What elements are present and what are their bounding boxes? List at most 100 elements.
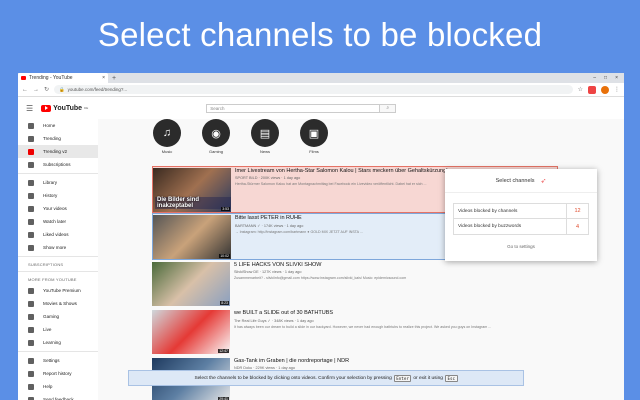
video-thumbnail[interactable]: Die Bilder sind inakzeptabel 3:53 (153, 168, 231, 212)
sidebar-item-send-feedback[interactable]: Send feedback (18, 393, 98, 400)
hamburger-menu-icon[interactable]: ☰ (26, 104, 33, 113)
tab-bar: Trending - YouTube × + – □ × (18, 73, 624, 83)
youtube-region-label: DE (84, 106, 89, 110)
maximize-button[interactable]: □ (604, 75, 607, 81)
video-thumbnail[interactable]: 10:02 (153, 215, 231, 259)
browser-menu-icon[interactable]: ⋮ (614, 86, 620, 93)
category-news[interactable]: ▤ News (250, 119, 280, 154)
window-close-button[interactable]: × (615, 75, 618, 81)
selection-instructions-banner: Select the channels to be blocked by cli… (128, 370, 524, 386)
back-icon[interactable]: ← (22, 87, 28, 93)
sidebar-item-youtube-premium[interactable]: YouTube Premium (18, 284, 98, 297)
sidebar-item-watch-later[interactable]: Watch later (18, 215, 98, 228)
promo-headline: Select channels to be blocked (97, 16, 543, 53)
stats-row-channels: Videos blocked by channels 12 (454, 204, 588, 219)
stats-value: 4 (566, 219, 588, 234)
new-tab-button[interactable]: + (112, 75, 116, 82)
minimize-button[interactable]: – (593, 75, 596, 81)
sidebar-item-trending[interactable]: Trending (18, 132, 98, 145)
window-controls: – □ × (593, 75, 624, 81)
category-music[interactable]: ♫ Music (152, 119, 182, 154)
banner-text-b: or exit it using (413, 375, 443, 381)
help-icon (28, 383, 34, 390)
video-channel-info[interactable]: NDR Doku · 229K views · 1 day ago (234, 366, 558, 370)
category-films[interactable]: ▣ Films (299, 119, 329, 154)
extension-icon[interactable] (588, 85, 596, 94)
sidebar-item-live[interactable]: Live (18, 323, 98, 336)
url-field[interactable]: 🔒 youtube.com/feed/trending?... (54, 85, 573, 94)
sidebar-item-report-history[interactable]: Report history (18, 367, 98, 380)
bookmark-star-icon[interactable]: ☆ (578, 86, 583, 93)
films-icon: ▣ (300, 119, 328, 147)
go-to-settings-link[interactable]: Go to settings (445, 244, 597, 249)
sidebar-item-movies-shows[interactable]: Movies & Shows (18, 297, 98, 310)
history-icon (28, 192, 34, 199)
sidebar-item-label: Trending v2 (43, 149, 68, 154)
subscriptions-icon (28, 161, 34, 168)
rocket-icon[interactable]: ➶ (540, 177, 546, 185)
video-title[interactable]: Gas-Tank im Graben | die nordreportage |… (234, 358, 558, 365)
sidebar-item-library[interactable]: Library (18, 176, 98, 189)
sidebar-item-liked-videos[interactable]: Liked videos (18, 228, 98, 241)
home-icon (28, 122, 34, 129)
sidebar-item-label: Liked videos (43, 232, 69, 237)
sidebar-item-show-more[interactable]: Show more (18, 241, 98, 254)
video-row[interactable]: 8:23 5 LIFE HACKS VON SLIVKI SHOW SlivkiSh… (152, 261, 558, 308)
watch-later-icon (28, 218, 34, 225)
sidebar: Home Trending Trending v2 Subscriptions Lib… (18, 119, 98, 400)
sidebar-item-gaming[interactable]: Gaming (18, 310, 98, 323)
video-channel-info[interactable]: SlivkiShow DE · 127K views · 1 day ago (234, 270, 558, 274)
live-icon (28, 326, 34, 333)
sidebar-item-label: YouTube Premium (43, 288, 81, 293)
video-row[interactable]: 12:47 we BUILT a SLIDE out of 30 BATHTUBS… (152, 309, 558, 356)
youtube-logo[interactable]: YouTube DE (41, 104, 89, 112)
stats-label: Videos blocked by buzzwords (458, 224, 522, 229)
more-from-youtube-header: MORE FROM YOUTUBE (28, 276, 77, 282)
search-input[interactable]: Search ⌕ (206, 103, 397, 113)
video-thumbnail[interactable]: 12:47 (152, 310, 230, 354)
liked-videos-icon (28, 231, 34, 238)
reload-icon[interactable]: ↻ (44, 86, 49, 93)
sidebar-item-trending-v2[interactable]: Trending v2 (18, 145, 98, 158)
sidebar-divider (18, 351, 98, 352)
sidebar-item-history[interactable]: History (18, 189, 98, 202)
sidebar-item-label: Subscriptions (43, 162, 71, 167)
subscriptions-header: SUBSCRIPTIONS (28, 261, 64, 267)
video-title[interactable]: 5 LIFE HACKS VON SLIVKI SHOW (234, 262, 558, 269)
sidebar-item-help[interactable]: Help (18, 380, 98, 393)
sidebar-item-subscriptions[interactable]: Subscriptions (18, 158, 98, 171)
sidebar-item-label: Settings (43, 358, 60, 363)
address-bar: ← → ↻ 🔒 youtube.com/feed/trending?... ☆ … (18, 83, 624, 97)
sidebar-item-your-videos[interactable]: Your videos (18, 202, 98, 215)
category-gaming[interactable]: ◉ Gaming (201, 119, 231, 154)
sidebar-item-label: Home (43, 123, 56, 128)
gaming-icon: ◉ (202, 119, 230, 147)
sidebar-item-label: Trending (43, 136, 61, 141)
sidebar-item-settings[interactable]: Settings (18, 354, 98, 367)
enter-key: Enter (393, 374, 412, 382)
sidebar-item-label: Learning (43, 340, 61, 345)
sidebar-item-label: Your videos (43, 206, 67, 211)
video-title[interactable]: we BUILT a SLIDE out of 30 BATHTUBS (234, 310, 558, 317)
search-placeholder: Search (210, 105, 225, 111)
stats-label: Videos blocked by channels (458, 208, 518, 214)
profile-avatar[interactable] (601, 85, 609, 94)
report-history-icon (28, 370, 34, 377)
search-button[interactable]: ⌕ (379, 104, 396, 112)
sidebar-item-label: Report history (43, 371, 72, 376)
sidebar-item-home[interactable]: Home (18, 119, 98, 132)
stats-row-buzzwords: Videos blocked by buzzwords 4 (454, 219, 588, 234)
sidebar-item-learning[interactable]: Learning (18, 336, 98, 349)
library-icon (28, 179, 34, 186)
news-icon: ▤ (251, 119, 279, 147)
video-meta: 5 LIFE HACKS VON SLIVKI SHOW SlivkiShow D… (230, 262, 558, 307)
video-thumbnail[interactable]: 8:23 (152, 262, 230, 306)
video-channel-info[interactable]: The Real Life Guys ✓ · 348K views · 1 da… (234, 318, 558, 323)
tab-close-icon[interactable]: × (102, 75, 105, 81)
sidebar-divider (18, 271, 98, 272)
video-description: It has always been our dream to build a … (234, 324, 492, 329)
youtube-header: ☰ YouTube DE Search ⌕ (18, 97, 624, 119)
forward-icon[interactable]: → (33, 87, 39, 93)
browser-tab[interactable]: Trending - YouTube × (18, 73, 108, 83)
learning-icon (28, 339, 34, 346)
